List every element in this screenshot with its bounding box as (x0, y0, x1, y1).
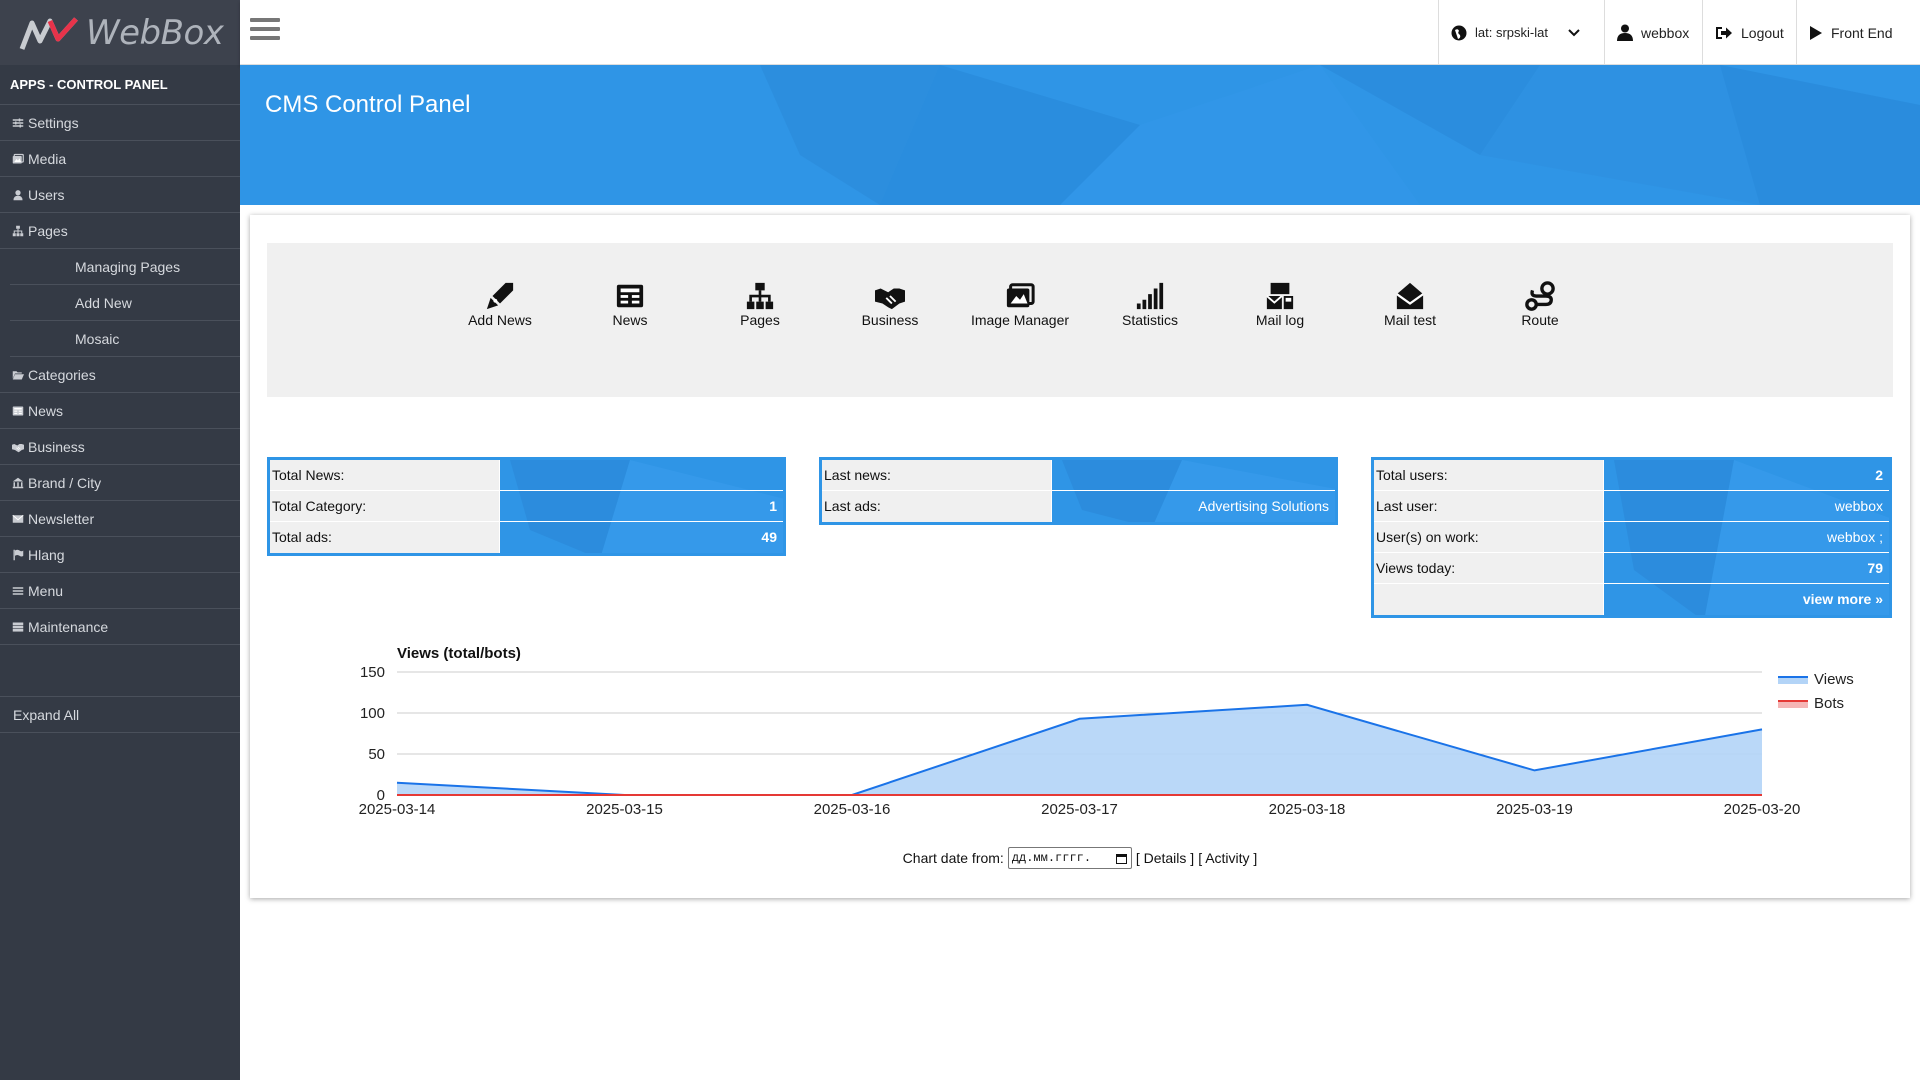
sidebar-item-media[interactable]: Media (0, 141, 240, 177)
sidebar-item-label: Managing Pages (75, 258, 181, 275)
activity-link[interactable]: [ Activity ] (1198, 850, 1257, 866)
envelope-icon (10, 513, 26, 525)
views-chart: Views (total/bots) 050100150 2025-03-14 2… (359, 645, 1854, 818)
sidebar-nav: Settings Media Users Pages Managing Pages Add… (0, 105, 240, 645)
page-title: CMS Control Panel (265, 91, 471, 118)
chevron-down-icon (1568, 28, 1580, 37)
dashboard-card: Add News News Pages Business Image Manager St… (250, 215, 1910, 898)
sidebar-item-menu[interactable]: Menu (0, 573, 240, 609)
sidebar-item-label: Media (28, 150, 67, 167)
sidebar-item-categories[interactable]: Categories (0, 357, 240, 393)
sidebar-item-managing-pages[interactable]: Managing Pages (10, 249, 240, 285)
front-end-link[interactable]: Front End (1796, 0, 1920, 65)
page-banner: CMS Control Panel (240, 65, 1920, 205)
logo[interactable]: WebBox (0, 0, 240, 65)
sidebar-item-newsletter[interactable]: Newsletter (0, 501, 240, 537)
x-tick-label: 2025-03-14 (359, 801, 436, 818)
sidebar-item-label: Settings (28, 114, 79, 131)
sidebar-title: APPS - CONTROL PANEL (0, 65, 240, 105)
folder-open-icon (10, 369, 26, 381)
sidebar-item-label: Business (28, 438, 85, 455)
sidebar-item-label: Pages (28, 222, 68, 239)
date-placeholder: дд.мм.гггг. (1011, 851, 1092, 865)
language-label: lat: srpski-lat (1475, 25, 1548, 40)
chart-title: Views (total/bots) (397, 645, 521, 662)
sidebar-item-pages[interactable]: Pages (0, 213, 240, 249)
front-end-label: Front End (1831, 24, 1893, 41)
chart-date-input[interactable]: дд.мм.гггг. (1007, 847, 1132, 869)
user-menu[interactable]: webbox (1604, 0, 1702, 65)
newspaper-icon (10, 405, 26, 417)
logout-label: Logout (1741, 24, 1784, 41)
sidebar-item-label: Newsletter (28, 510, 95, 527)
x-tick-label: 2025-03-15 (586, 801, 663, 818)
y-tick-label: 100 (360, 705, 385, 722)
sidebar-item-maintenance[interactable]: Maintenance (0, 609, 240, 645)
sidebar-item-label: Users (28, 186, 65, 203)
sidebar-item-label: Maintenance (28, 618, 109, 635)
logout-button[interactable]: Logout (1702, 0, 1796, 65)
x-tick-label: 2025-03-19 (1496, 801, 1573, 818)
user-name: webbox (1641, 24, 1690, 41)
bars-icon (10, 585, 26, 597)
y-tick-label: 150 (360, 664, 385, 681)
legend-label[interactable]: Bots (1814, 695, 1844, 712)
sidebar-item-add-new[interactable]: Add New (10, 285, 240, 321)
x-tick-label: 2025-03-17 (1041, 801, 1118, 818)
sidebar-item-users[interactable]: Users (0, 177, 240, 213)
x-tick-label: 2025-03-18 (1269, 801, 1346, 818)
globe-icon (1451, 25, 1467, 41)
flag-icon (10, 549, 26, 561)
sidebar-item-label: News (28, 402, 64, 419)
sidebar-item-business[interactable]: Business (0, 429, 240, 465)
sidebar-item-hlang[interactable]: Hlang (0, 537, 240, 573)
sidebar-item-settings[interactable]: Settings (0, 105, 240, 141)
legend-label[interactable]: Views (1814, 671, 1854, 688)
chart-legend: Views Bots (1778, 671, 1854, 712)
chart-x-axis: 2025-03-14 2025-03-15 2025-03-16 2025-03-17… (359, 801, 1801, 818)
language-selector[interactable]: lat: srpski-lat (1438, 0, 1604, 65)
sliders-icon (10, 117, 26, 129)
sidebar-item-news[interactable]: News (0, 393, 240, 429)
user-icon (1617, 24, 1633, 41)
building-icon (10, 477, 26, 489)
sidebar-item-label: Add New (75, 294, 132, 311)
x-tick-label: 2025-03-16 (814, 801, 891, 818)
play-icon (1809, 25, 1823, 41)
sidebar-item-label: Brand / City (28, 474, 102, 491)
sign-out-icon (1715, 25, 1733, 41)
sidebar-item-label: Menu (28, 582, 64, 599)
images-icon (10, 153, 26, 165)
sidebar-item-label: Categories (28, 366, 96, 383)
chart-controls: Chart date from: дд.мм.гггг. [ Details ]… (250, 847, 1910, 869)
details-link[interactable]: [ Details ] (1136, 850, 1194, 866)
webbox-logo-icon (19, 16, 78, 50)
sitemap-icon (10, 225, 26, 237)
sidebar-item-mosaic[interactable]: Mosaic (10, 321, 240, 357)
sidebar-item-brand-city[interactable]: Brand / City (0, 465, 240, 501)
database-icon (10, 621, 26, 633)
banner-pattern (760, 65, 1920, 205)
x-tick-label: 2025-03-20 (1724, 801, 1801, 818)
sidebar-item-label: Mosaic (75, 330, 120, 347)
hamburger-menu-icon[interactable] (250, 18, 280, 46)
chart-series (396, 703, 1763, 796)
y-tick-label: 50 (368, 746, 385, 763)
expand-all-button[interactable]: Expand All (0, 696, 240, 733)
calendar-icon (1115, 853, 1127, 864)
sidebar-item-label: Hlang (28, 546, 65, 563)
topbar: lat: srpski-lat webbox Logout Front End (240, 0, 1920, 65)
logo-text: WebBox (86, 12, 224, 53)
sidebar: WebBox APPS - CONTROL PANEL Settings Medi… (0, 0, 240, 1080)
chart-date-label: Chart date from: (902, 850, 1004, 866)
handshake-icon (10, 441, 26, 453)
user-icon (10, 189, 26, 201)
